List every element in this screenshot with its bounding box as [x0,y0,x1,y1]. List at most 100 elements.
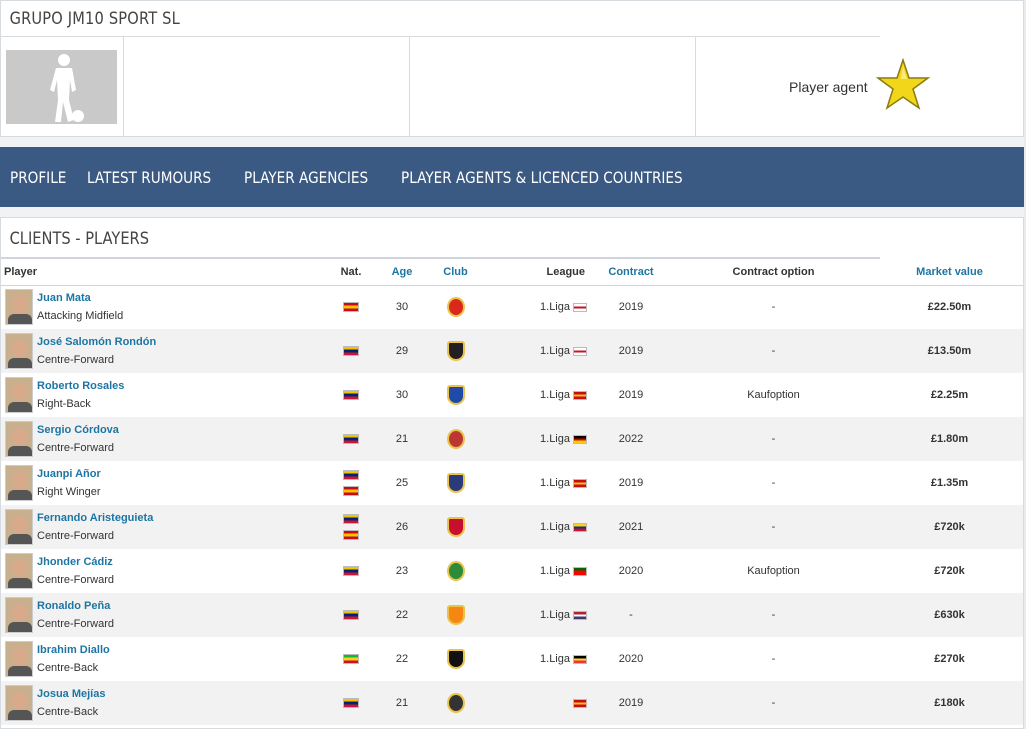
player-cell: José Salomón Rondón Centre-Forward [1,329,331,373]
contract-cell: 2019 [618,697,644,709]
player-name-link[interactable]: Ronaldo Peña [37,597,114,615]
col-contract[interactable]: Contract [591,259,671,286]
league-flag-icon [573,478,587,488]
contract-cell: 2022 [618,433,644,445]
avatar[interactable] [5,685,33,721]
league-cell: 1.Liga [478,505,591,549]
age-cell: 22 [395,609,409,621]
age-cell: 30 [395,301,409,314]
club-cell [433,637,478,681]
player-name-link[interactable]: Josua Mejías [37,685,105,703]
cartagena-crest[interactable] [446,693,465,713]
avatar[interactable] [5,597,33,633]
league-name[interactable]: 1.Liga [540,609,570,621]
col-market-value[interactable]: Market value [876,259,1023,286]
player-name-link[interactable]: Sergio Córdova [37,421,119,439]
tab-player-agencies[interactable]: PLAYER AGENCIES [244,168,368,187]
player-name-link[interactable]: Jhonder Cádiz [37,553,114,571]
league-flag-icon [573,346,587,356]
age-cell: 26 [395,521,409,533]
league-name[interactable]: 1.Liga [540,521,570,533]
player-name-link[interactable]: Fernando Aristeguieta [37,509,153,527]
league-name[interactable]: 1.Liga [540,653,570,665]
avatar-body [8,446,32,456]
table-row: Ronaldo Peña Centre-Forward 22 1.Liga - - £630… [1,593,1023,637]
league-name[interactable]: 1.Liga [540,433,570,445]
player-wrap: Juan Mata Attacking Midfield [5,289,331,326]
player-silhouette-icon [6,50,118,124]
market-value-cell: £1.80m [930,433,969,445]
player-position: Attacking Midfield [37,310,124,323]
tab-player-agents[interactable]: PLAYER AGENTS & LICENCED COUNTRIES [401,168,683,187]
table-row: Ibrahim Diallo Centre-Back 22 1.Liga 2020 - £2… [1,637,1023,681]
age-cell: 21 [395,697,409,709]
age-cell: 21 [395,433,409,445]
eupen-crest[interactable] [446,649,465,669]
player-name-link[interactable]: Ibrahim Diallo [37,641,110,659]
avatar-body [8,622,32,632]
club-cell [433,549,478,593]
col-age[interactable]: Age [371,259,433,286]
league-name[interactable]: 1.Liga [540,565,570,577]
avatar-head [12,339,27,358]
espanyol-crest[interactable] [446,385,465,405]
avatar[interactable] [5,421,33,457]
star-icon [875,57,930,117]
america-cali-crest[interactable] [446,517,465,537]
league-name[interactable]: 1.Liga [540,345,570,357]
nationality-flags [331,610,371,620]
avatar[interactable] [5,641,33,677]
player-wrap: José Salomón Rondón Centre-Forward [5,333,331,369]
avatar-body [8,358,32,368]
market-value-cell: £720k [934,521,965,533]
player-name-link[interactable]: Roberto Rosales [37,377,124,395]
nationality-flag-icon [343,698,359,708]
league-name[interactable]: 1.Liga [540,477,570,489]
club-cell [433,681,478,725]
player-cell: Ibrahim Diallo Centre-Back [1,637,331,681]
avatar[interactable] [5,465,33,501]
avatar[interactable] [5,509,33,545]
huesca-crest[interactable] [446,473,465,493]
player-wrap: Sergio Córdova Centre-Forward [5,421,331,457]
league-name[interactable]: 1.Liga [540,389,570,401]
clients-title: CLIENTS - PLAYERS [1,218,880,259]
houston-crest[interactable] [446,605,465,625]
nationality-flag-icon [343,470,359,480]
contract-option-cell: - [771,433,776,445]
contract-option-cell: - [771,609,776,621]
magpie-crest[interactable] [446,341,465,361]
contract-option-cell: Kaufoption [747,389,800,401]
player-text: Roberto Rosales Right-Back [37,377,124,413]
player-position: Centre-Forward [37,354,115,366]
league-name[interactable]: 1.Liga [540,301,570,313]
red-devil-crest[interactable] [446,297,465,318]
market-value-cell: £180k [934,697,965,709]
player-name-link[interactable]: Juan Mata [37,289,123,307]
clients-table: Player Nat. Age Club League Contract Con… [1,259,1023,725]
nationality-flags [331,654,371,664]
contract-option-cell: Kaufoption [747,565,800,577]
player-name-link[interactable]: Juanpi Añor [37,465,101,483]
league-flag-icon [573,610,587,620]
contract-option-cell: - [771,345,776,357]
player-cell: Roberto Rosales Right-Back [1,373,331,417]
setubal-crest[interactable] [446,561,465,581]
league-flag-icon [573,654,587,664]
avatar[interactable] [5,289,33,326]
avatar[interactable] [5,377,33,413]
nationality-flags [331,434,371,444]
col-club[interactable]: Club [433,259,478,286]
player-name-link[interactable]: José Salomón Rondón [37,333,156,351]
player-text: Juanpi Añor Right Winger [37,465,101,501]
avatar[interactable] [5,333,33,369]
avatar[interactable] [5,553,33,589]
tab-profile[interactable]: PROFILE [10,168,66,187]
table-row: Jhonder Cádiz Centre-Forward 23 1.Liga 2020 K… [1,549,1023,593]
avatar-head [12,471,27,490]
augsburg-crest[interactable] [446,429,465,449]
tab-latest-rumours[interactable]: LATEST RUMOURS [87,168,211,187]
player-cell: Josua Mejías Centre-Back [1,681,331,725]
league-flag-icon [573,390,587,400]
player-cell: Sergio Córdova Centre-Forward [1,417,331,461]
